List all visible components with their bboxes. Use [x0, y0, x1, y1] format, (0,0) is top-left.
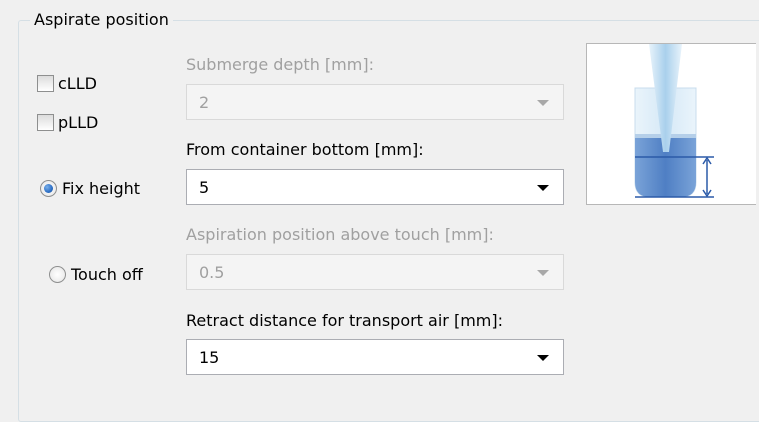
fix-height-radio[interactable]: Fix height [40, 179, 140, 198]
above-touch-combo[interactable]: 0.5 [186, 254, 564, 290]
chevron-down-icon [537, 100, 549, 106]
from-bottom-label: From container bottom [mm]: [186, 140, 424, 159]
fix-height-label: Fix height [62, 179, 141, 198]
chevron-down-icon [537, 185, 549, 191]
plld-checkbox[interactable]: pLLD [37, 113, 98, 132]
clld-checkbox-box[interactable] [37, 75, 54, 92]
submerge-depth-value: 2 [199, 93, 210, 112]
retract-value: 15 [199, 348, 220, 367]
touch-off-radio[interactable]: Touch off [49, 265, 143, 284]
plld-label: pLLD [58, 113, 99, 132]
from-bottom-combo[interactable]: 5 [186, 169, 564, 205]
above-touch-label: Aspiration position above touch [mm]: [186, 225, 494, 244]
submerge-depth-label: Submerge depth [mm]: [186, 55, 374, 74]
retract-combo[interactable]: 15 [186, 339, 564, 375]
fix-height-radio-dot[interactable] [40, 180, 57, 197]
touch-off-label: Touch off [71, 265, 143, 284]
touch-off-radio-dot[interactable] [49, 266, 66, 283]
aspirate-illustration [586, 43, 756, 205]
group-title: Aspirate position [30, 10, 173, 29]
container-tip-icon [634, 44, 714, 198]
clld-checkbox[interactable]: cLLD [37, 74, 97, 93]
from-bottom-value: 5 [199, 178, 210, 197]
chevron-down-icon [537, 270, 549, 276]
retract-label: Retract distance for transport air [mm]: [186, 311, 503, 330]
clld-label: cLLD [58, 74, 97, 93]
plld-checkbox-box[interactable] [37, 114, 54, 131]
submerge-depth-combo[interactable]: 2 [186, 84, 564, 120]
above-touch-value: 0.5 [199, 263, 225, 282]
chevron-down-icon [537, 355, 549, 361]
